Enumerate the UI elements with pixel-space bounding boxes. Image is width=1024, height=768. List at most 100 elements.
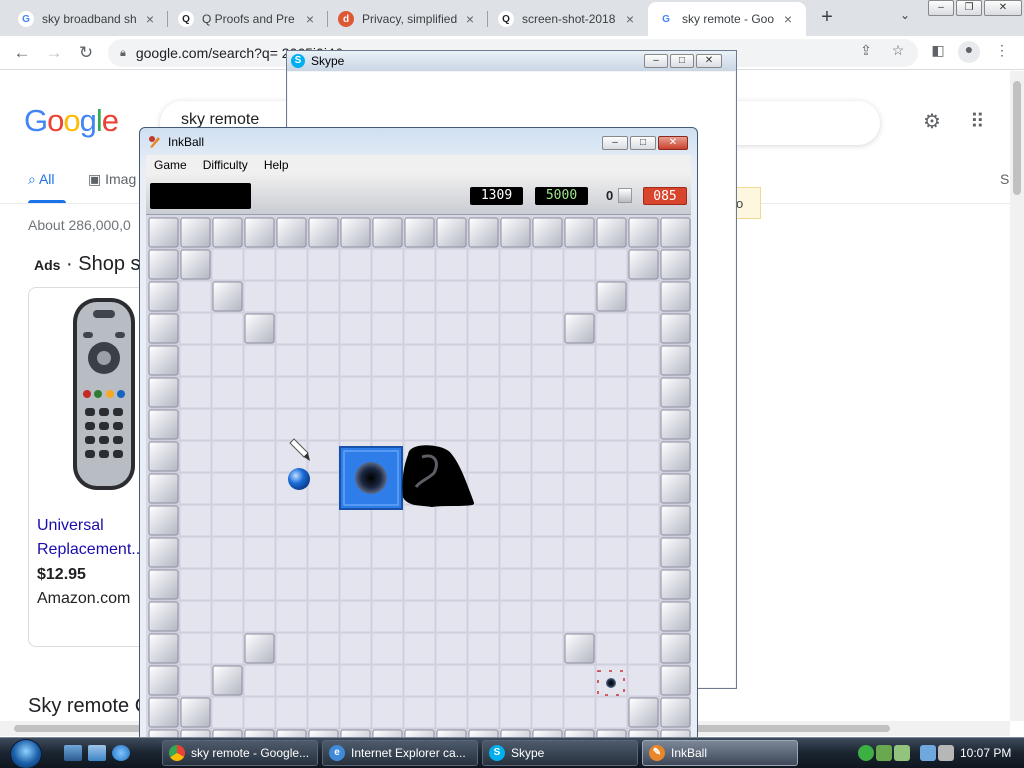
- forward-icon[interactable]: →: [42, 42, 66, 66]
- volume-muted-icon[interactable]: [938, 745, 954, 761]
- floor-tile: [243, 600, 276, 633]
- floor-tile: [275, 632, 308, 665]
- floor-tile: [275, 600, 308, 633]
- wall-block: [628, 697, 659, 728]
- new-tab-button[interactable]: +: [816, 6, 838, 28]
- tab-images[interactable]: ▣ Imag: [88, 171, 136, 188]
- show-desktop-icon[interactable]: [64, 745, 82, 761]
- clock[interactable]: 10:07 PM: [960, 746, 1011, 760]
- browser-tab-active[interactable]: G sky remote - Goo ×: [648, 2, 806, 36]
- game-board-canvas[interactable]: [148, 217, 691, 739]
- floor-tile: [627, 632, 660, 665]
- menu-game[interactable]: Game: [146, 158, 195, 172]
- floor-tile: [403, 504, 436, 537]
- tab-all[interactable]: ⌕ All: [28, 171, 55, 188]
- close-icon[interactable]: ×: [780, 11, 796, 27]
- game-board[interactable]: [148, 217, 691, 739]
- bookmark-star-icon[interactable]: ☆: [888, 42, 908, 62]
- floor-tile: [563, 408, 596, 441]
- taskbar-chrome[interactable]: sky remote - Google...: [162, 740, 318, 766]
- floor-tile: [499, 664, 532, 697]
- tab-title: sky remote - Goo: [682, 12, 775, 26]
- blue-ball: [288, 468, 310, 490]
- minimize-icon[interactable]: –: [602, 136, 628, 150]
- apps-grid-icon[interactable]: ⠿: [970, 109, 985, 134]
- browser-tab-1[interactable]: G sky broadband sh ×: [8, 2, 168, 36]
- floor-tile: [403, 408, 436, 441]
- tab-search-icon[interactable]: ⌄: [896, 8, 914, 26]
- maximize-icon[interactable]: □: [670, 54, 694, 68]
- network-icon[interactable]: [920, 745, 936, 761]
- wall-block: [500, 217, 531, 248]
- floor-tile: [211, 440, 244, 473]
- tray-app-icon[interactable]: [894, 745, 910, 761]
- tab-overflow[interactable]: S: [1000, 171, 1009, 187]
- vertical-scrollbar[interactable]: [1010, 71, 1024, 721]
- inkball-titlebar[interactable]: InkBall – □ ✕: [140, 128, 697, 156]
- inkball-client: 1309 5000 0 085: [146, 175, 691, 739]
- close-icon[interactable]: ✕: [984, 0, 1022, 16]
- close-icon[interactable]: ×: [142, 11, 158, 27]
- floor-tile: [595, 696, 628, 729]
- floor-tile: [179, 600, 212, 633]
- switch-windows-icon[interactable]: [88, 745, 106, 761]
- google-logo[interactable]: Google: [24, 103, 119, 139]
- taskbar-ie[interactable]: e Internet Explorer ca...: [322, 740, 478, 766]
- share-icon[interactable]: ⇪: [856, 42, 876, 62]
- floor-tile: [403, 664, 436, 697]
- settings-gear-icon[interactable]: ⚙: [923, 109, 941, 134]
- floor-tile: [211, 344, 244, 377]
- wall-block: [660, 313, 691, 344]
- close-icon[interactable]: ✕: [696, 54, 722, 68]
- logo-letter: g: [79, 103, 97, 138]
- wall-block: [628, 217, 659, 248]
- menu-difficulty[interactable]: Difficulty: [195, 158, 256, 172]
- floor-tile: [275, 376, 308, 409]
- minimize-icon[interactable]: –: [928, 0, 954, 16]
- wall-block: [660, 665, 691, 696]
- floor-tile: [339, 536, 372, 569]
- start-button-icon[interactable]: [10, 739, 42, 768]
- floor-tile: [179, 344, 212, 377]
- taskbar-skype[interactable]: S Skype: [482, 740, 638, 766]
- tray-app-icon[interactable]: [876, 745, 892, 761]
- result-heading[interactable]: Sky remote C: [28, 695, 149, 718]
- reload-icon[interactable]: ↻: [74, 42, 98, 66]
- browser-tab-2[interactable]: Q Q Proofs and Pre ×: [168, 2, 328, 36]
- scrollbar-thumb[interactable]: [1013, 81, 1021, 195]
- floor-tile: [371, 344, 404, 377]
- wall-block: [148, 569, 179, 600]
- close-icon[interactable]: ×: [302, 11, 318, 27]
- internet-explorer-icon[interactable]: [112, 745, 130, 761]
- restore-icon[interactable]: ❐: [956, 0, 982, 16]
- wall-block: [660, 537, 691, 568]
- floor-tile: [531, 472, 564, 505]
- menu-help[interactable]: Help: [256, 158, 297, 172]
- wall-block: [148, 377, 179, 408]
- floor-tile: [371, 696, 404, 729]
- tab-all-label: All: [38, 171, 55, 187]
- floor-tile: [499, 344, 532, 377]
- floor-tile: [339, 312, 372, 345]
- maximize-icon[interactable]: □: [630, 136, 656, 150]
- popup-fragment[interactable]: o: [733, 187, 761, 219]
- profile-avatar-icon[interactable]: ●: [958, 41, 980, 63]
- floor-tile: [627, 376, 660, 409]
- menu-kebab-icon[interactable]: ⋮: [992, 42, 1012, 62]
- floor-tile: [595, 344, 628, 377]
- security-check-icon[interactable]: [858, 745, 874, 761]
- close-icon[interactable]: ×: [462, 11, 478, 27]
- minimize-icon[interactable]: –: [644, 54, 668, 68]
- back-icon[interactable]: ←: [10, 42, 34, 66]
- wall-block: [660, 217, 691, 248]
- side-panel-icon[interactable]: ◧: [928, 42, 948, 62]
- skype-titlebar[interactable]: S Skype – □ ✕: [287, 51, 736, 71]
- browser-tab-4[interactable]: Q screen-shot-2018 ×: [488, 2, 648, 36]
- close-icon[interactable]: ✕: [658, 136, 688, 150]
- browser-tab-3[interactable]: d Privacy, simplified ×: [328, 2, 488, 36]
- floor-tile: [531, 344, 564, 377]
- wall-block: [148, 345, 179, 376]
- close-icon[interactable]: ×: [622, 11, 638, 27]
- taskbar-inkball[interactable]: ✎ InkBall: [642, 740, 798, 766]
- floor-tile: [307, 408, 340, 441]
